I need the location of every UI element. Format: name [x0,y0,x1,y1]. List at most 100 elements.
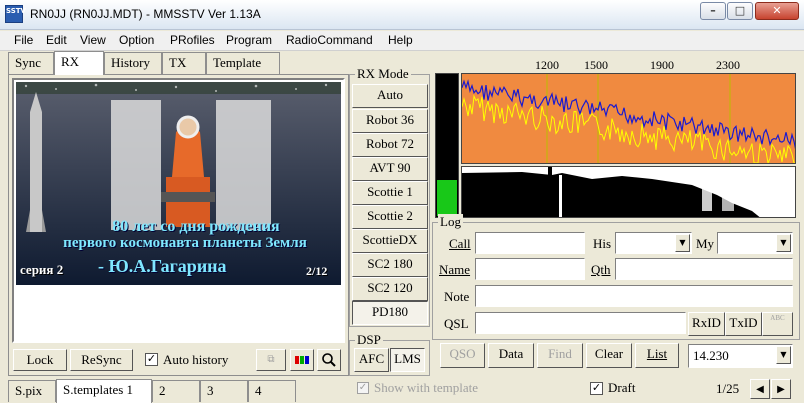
menu-bar: File Edit View Option PRofiles Program R… [0,31,804,51]
menu-help[interactable]: Help [388,33,413,47]
title-bar: SSTV RN0JJ (RN0JJ.MDT) - MMSSTV Ver 1.13… [0,0,804,30]
person-left-shape [111,100,161,230]
tab-tx[interactable]: TX [162,52,206,74]
call-label: Call [449,236,471,251]
rocket-shape [30,92,42,232]
mode-scottie1-button[interactable]: Scottie 1 [352,181,428,205]
overlay-line-2: первого космонавта планеты Земля [63,235,307,251]
overlay-series: серия 2 [20,262,64,277]
auto-history-label: Auto history [163,352,229,367]
tab-history[interactable]: History [104,52,162,74]
level-fill [437,180,457,216]
level-meter [435,73,459,218]
menu-program[interactable]: Program [226,33,272,47]
freq-label-2300: 2300 [716,58,740,72]
menu-edit[interactable]: Edit [46,33,67,47]
show-with-template-label: Show with template [374,380,478,395]
qsl-input[interactable] [475,312,686,334]
tab-stemplates-3[interactable]: 3 [200,380,248,402]
overlay-line-1: 80 лет со дня рождения [112,218,280,235]
waterfall-display[interactable] [461,166,796,218]
zoom-button[interactable] [317,349,341,371]
tab-stemplates-4[interactable]: 4 [248,380,296,402]
note-label: Note [444,289,470,304]
tab-spix[interactable]: S.pix [8,380,56,402]
draft-checkbox[interactable]: ✓ [590,382,603,395]
abc-icon: ABC [770,314,785,322]
show-with-template-checkbox[interactable]: ✓ [357,382,369,394]
call-input[interactable] [475,232,585,254]
menu-profiles[interactable]: PRofiles [170,33,215,47]
frequency-select[interactable]: 14.230 ▼ [688,344,793,368]
person-right-shape [216,100,271,230]
mode-avt90-button[interactable]: AVT 90 [352,157,428,181]
log-title: Log [438,214,463,230]
menu-file[interactable]: File [14,33,33,47]
tab-stemplates-2[interactable]: 2 [152,380,200,402]
mode-scottiedx-button[interactable]: ScottieDX [352,229,428,253]
qso-button[interactable]: QSO [440,343,485,368]
window-title: RN0JJ (RN0JJ.MDT) - MMSSTV Ver 1.13A [30,7,261,21]
tab-rx[interactable]: RX [54,51,104,75]
rx-mode-title: RX Mode [355,66,411,82]
waterfall-graph [462,167,795,217]
mode-pd180-button[interactable]: PD180 [352,301,428,325]
arrow-right-icon: ▶ [777,384,785,395]
color-bars-icon [295,356,309,364]
copy-image-button[interactable]: ⧉ [256,349,286,371]
abc-font-button[interactable]: ABC [762,312,793,336]
mode-sc2-180-button[interactable]: SC2 180 [352,253,428,277]
clear-button[interactable]: Clear [586,343,632,368]
overlay-name: - Ю.А.Гагарина [98,256,227,276]
spectrum-display[interactable] [461,73,796,164]
mode-robot72-button[interactable]: Robot 72 [352,133,428,157]
received-image[interactable]: 80 лет со дня рождения первого космонавт… [16,82,341,285]
mode-robot36-button[interactable]: Robot 36 [352,109,428,133]
minimize-button[interactable]: – [700,2,726,20]
prev-page-button[interactable]: ◀ [750,379,770,399]
spectrum-trace-peak [462,94,795,163]
image-frame: 80 лет со дня рождения первого космонавт… [12,78,345,343]
his-label: His [593,236,612,251]
my-dropdown-icon[interactable]: ▼ [776,234,791,252]
color-bar-button[interactable] [290,349,314,371]
menu-radiocommand[interactable]: RadioCommand [286,33,373,47]
resync-button[interactable]: ReSync [70,349,133,371]
rxid-button[interactable]: RxID [688,312,725,336]
name-input[interactable] [475,258,585,280]
list-button[interactable]: List [635,343,679,368]
tab-stemplates-1[interactable]: S.templates 1 [56,379,152,403]
dsp-title: DSP [355,332,383,348]
mode-sc2-120-button[interactable]: SC2 120 [352,277,428,301]
find-button[interactable]: Find [537,343,583,368]
lock-button[interactable]: Lock [13,349,67,371]
bottom-tab-strip: S.pix S.templates 1 2 3 4 [8,379,349,403]
page-counter: 1/25 [716,381,740,396]
lms-button[interactable]: LMS [390,348,425,372]
qth-input[interactable] [615,258,793,280]
menu-option[interactable]: Option [119,33,154,47]
maximize-button[interactable]: □ [727,2,753,20]
freq-label-1500: 1500 [584,58,608,72]
copy-icon: ⧉ [267,354,275,365]
next-page-button[interactable]: ▶ [771,379,791,399]
txid-button[interactable]: TxID [725,312,762,336]
close-button[interactable]: ✕ [755,2,799,20]
mode-auto-button[interactable]: Auto [352,84,428,108]
mode-scottie2-button[interactable]: Scottie 2 [352,205,428,229]
auto-history-checkbox[interactable]: ✓ [145,353,158,366]
overlay-counter: 2/12 [306,264,328,278]
note-input[interactable] [475,285,793,307]
my-rst-select[interactable]: ▼ [717,232,793,254]
tab-template[interactable]: Template [206,52,280,74]
afc-button[interactable]: AFC [354,348,389,372]
app-icon[interactable]: SSTV [5,5,26,23]
data-button[interactable]: Data [488,343,534,368]
his-rst-select[interactable]: ▼ [615,232,692,254]
his-dropdown-icon[interactable]: ▼ [675,234,690,252]
menu-view[interactable]: View [80,33,106,47]
frequency-dropdown-icon[interactable]: ▼ [776,346,791,364]
draft-label: Draft [608,380,636,395]
my-label: My [696,236,715,251]
tab-sync[interactable]: Sync [8,52,54,74]
